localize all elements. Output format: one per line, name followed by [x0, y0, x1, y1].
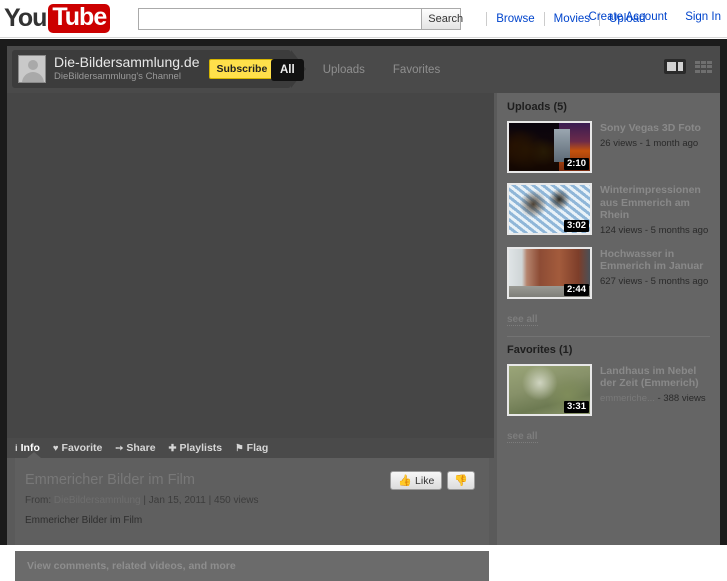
list-item[interactable]: 3:31 Landhaus im Nebel der Zeit (Emmeric…: [507, 363, 710, 416]
channel-identity-plate: Die-Bildersammlung.de DieBildersammlung'…: [12, 50, 307, 88]
list-item[interactable]: 2:10 Sony Vegas 3D Foto 26 views - 1 mon…: [507, 121, 710, 173]
video-meta: Landhaus im Nebel der Zeit (Emmerich) em…: [600, 364, 710, 416]
video-title-link[interactable]: Sony Vegas 3D Foto: [600, 122, 701, 135]
view-count: 450 views: [214, 495, 259, 506]
dislike-button[interactable]: 👎: [447, 471, 475, 490]
tab-favorites[interactable]: Favorites: [384, 59, 449, 81]
like-button[interactable]: 👍 Like: [390, 471, 443, 490]
favorites-see-all-link[interactable]: see all: [507, 431, 538, 443]
action-favorite-label: Favorite: [61, 442, 103, 454]
uploads-see-all-row: see all: [507, 309, 710, 327]
nav-divider: [543, 11, 545, 26]
video-stats: 627 views - 5 months ago: [600, 275, 709, 287]
channel-header-bar: Die-Bildersammlung.de DieBildersammlung'…: [7, 46, 720, 93]
masthead: You Tube Search Browse Movies Upload Crea…: [0, 0, 727, 38]
channel-subtitle: DieBildersammlung's Channel: [54, 71, 181, 82]
channel-tabs: All Uploads Favorites: [271, 46, 449, 93]
video-info-panel: Emmericher Bilder im Film From: DieBilde…: [15, 452, 489, 545]
favorites-heading: Favorites (1): [507, 343, 573, 356]
favorite-view-count: - 388 views: [654, 392, 706, 404]
video-description: Emmericher Bilder im Film: [25, 515, 143, 526]
uploads-see-all-link[interactable]: see all: [507, 314, 538, 326]
avatar[interactable]: [18, 55, 46, 83]
video-thumbnail[interactable]: 3:31: [507, 363, 592, 416]
account-nav: Create Account Sign In: [589, 11, 721, 23]
video-thumbnail[interactable]: 3:02: [507, 183, 592, 235]
thumbs-down-icon: 👎: [454, 475, 468, 487]
search-button[interactable]: Search: [421, 7, 463, 30]
like-label: Like: [415, 474, 435, 487]
flag-icon: ⚑: [235, 442, 244, 454]
sidebar-divider: [507, 335, 710, 337]
logo-you-text: You: [4, 4, 47, 32]
thumbs-up-icon: 👍: [398, 475, 413, 487]
video-stats: 26 views - 1 month ago: [600, 137, 699, 149]
action-flag[interactable]: ⚑ Flag: [235, 442, 268, 454]
uploads-heading: Uploads (5): [507, 101, 567, 113]
channel-text: Die-Bildersammlung.de DieBildersammlung'…: [54, 55, 200, 83]
nav-browse[interactable]: Browse: [496, 13, 534, 25]
tab-all[interactable]: All: [271, 58, 304, 81]
from-label: From:: [25, 495, 52, 506]
video-meta: Sony Vegas 3D Foto 26 views - 1 month ag…: [600, 121, 701, 173]
heart-icon: ♥: [52, 442, 59, 454]
favorites-see-all-row: see all: [507, 426, 710, 444]
uploader-link[interactable]: DieBildersammlung: [54, 495, 141, 506]
duration-badge: 3:02: [563, 220, 589, 232]
video-title-link[interactable]: Landhaus im Nebel der Zeit (Emmerich): [600, 365, 710, 390]
theater-view-icon[interactable]: [664, 59, 686, 74]
rating-buttons: 👍 Like 👎: [390, 471, 475, 490]
create-account-link[interactable]: Create Account: [589, 11, 668, 23]
grid-view-icon[interactable]: [695, 60, 712, 73]
info-icon: i: [15, 442, 18, 454]
action-share[interactable]: ➙ Share: [115, 442, 155, 454]
upload-date: Jan 15, 2011: [148, 495, 206, 506]
video-stats: 124 views - 5 months ago: [600, 224, 709, 236]
nav-movies[interactable]: Movies: [554, 13, 590, 25]
action-playlists-label: Playlists: [179, 442, 223, 454]
video-title-link[interactable]: Winterimpressionen aus Emmerich am Rhein: [600, 184, 710, 222]
list-item[interactable]: 3:02 Winterimpressionen aus Emmerich am …: [507, 183, 710, 237]
subscribe-button[interactable]: Subscribe: [208, 59, 276, 79]
action-favorite[interactable]: ♥ Favorite: [53, 442, 103, 454]
video-player[interactable]: [7, 93, 494, 438]
action-share-label: Share: [126, 442, 156, 454]
logo-tube-text: Tube: [48, 4, 111, 33]
duration-badge: 2:10: [563, 158, 589, 170]
video-meta: Winterimpressionen aus Emmerich am Rhein…: [600, 183, 710, 237]
youtube-logo[interactable]: You Tube: [4, 4, 111, 33]
duration-badge: 3:31: [563, 400, 589, 413]
channel-content: Die-Bildersammlung.de DieBildersammlung'…: [7, 46, 720, 581]
plus-icon: ✚: [168, 442, 177, 454]
video-stats: emmeriche... - 388 views: [600, 393, 710, 405]
list-item[interactable]: 2:44 Hochwasser in Emmerich im Januar 62…: [507, 246, 710, 299]
nav-divider: [486, 11, 488, 26]
video-thumbnail[interactable]: 2:44: [507, 246, 592, 299]
share-arrow-icon: ➙: [115, 442, 124, 454]
view-mode-toggle: [664, 59, 712, 74]
page-background: Die-Bildersammlung.de DieBildersammlung'…: [0, 39, 727, 581]
view-comments-link[interactable]: View comments, related videos, and more: [27, 560, 236, 572]
duration-badge: 2:44: [563, 283, 589, 296]
video-byline: From: DieBildersammlung | Jan 15, 2011 |…: [25, 495, 479, 506]
sign-in-link[interactable]: Sign In: [685, 11, 721, 23]
video-meta: Hochwasser in Emmerich im Januar 627 vie…: [600, 247, 710, 299]
search-area: Search: [138, 7, 463, 30]
favorite-channel-ref[interactable]: emmeriche...: [600, 393, 655, 404]
video-thumbnail[interactable]: 2:10: [507, 121, 592, 173]
video-title-link[interactable]: Hochwasser in Emmerich im Januar: [600, 248, 710, 273]
channel-title: Die-Bildersammlung.de: [54, 54, 200, 70]
action-playlists[interactable]: ✚ Playlists: [169, 442, 223, 454]
search-input[interactable]: [138, 7, 422, 30]
channel-sidebar: Uploads (5) 2:10 Sony Vegas 3D Foto 26 v…: [497, 93, 720, 545]
video-action-bar: i Info ♥ Favorite ➙ Share ✚ Playlists ⚑ …: [7, 438, 494, 458]
comments-footer[interactable]: View comments, related videos, and more: [15, 551, 489, 581]
tab-uploads[interactable]: Uploads: [314, 59, 374, 81]
action-flag-label: Flag: [246, 442, 269, 454]
